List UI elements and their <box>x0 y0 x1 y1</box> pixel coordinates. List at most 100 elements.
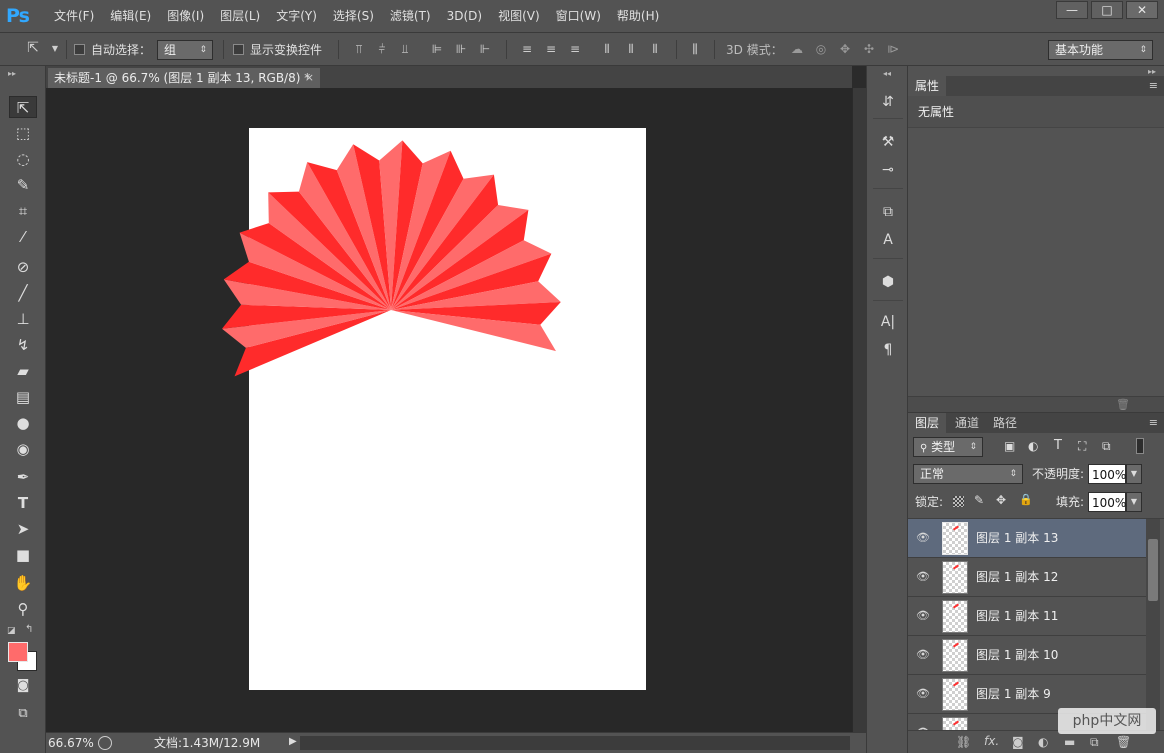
lasso-tool[interactable]: ◌ <box>9 148 37 170</box>
auto-select-checkbox[interactable] <box>74 44 85 55</box>
canvas-area[interactable] <box>46 88 852 732</box>
quick-mask-icon[interactable]: ◙ <box>9 675 37 697</box>
menu-select[interactable]: 选择(S) <box>325 0 382 33</box>
delete-icon[interactable]: 🗑 <box>1116 398 1130 411</box>
distribute-top-icon[interactable]: ≡ <box>520 42 534 56</box>
lock-transparency-icon[interactable] <box>953 496 964 507</box>
link-layers-icon[interactable]: ⛓ <box>956 735 971 749</box>
minimize-button[interactable]: — <box>1056 1 1088 19</box>
maximize-button[interactable]: □ <box>1091 1 1123 19</box>
move-tool[interactable]: ⇱ <box>9 96 37 118</box>
collapse-dock-icon[interactable]: ◂◂ <box>883 69 891 78</box>
eye-icon[interactable]: 👁 <box>915 609 931 623</box>
character-styles-icon[interactable]: A <box>878 230 898 250</box>
close-button[interactable]: ✕ <box>1126 1 1158 19</box>
healing-brush-tool[interactable]: ⊘ <box>9 256 37 278</box>
status-info-icon[interactable] <box>98 736 112 750</box>
fx-icon[interactable]: fx. <box>984 734 999 748</box>
filter-adjustment-icon[interactable]: ◐ <box>1028 439 1038 453</box>
filter-smart-object-icon[interactable]: ⧉ <box>1102 439 1111 454</box>
menu-edit[interactable]: 编辑(E) <box>102 0 159 33</box>
horizontal-scrollbar[interactable] <box>300 736 850 750</box>
lock-pixels-icon[interactable]: ✎ <box>974 493 984 507</box>
type-tool[interactable]: T <box>9 492 37 514</box>
delete-layer-icon[interactable]: 🗑 <box>1116 735 1131 749</box>
history-brush-tool[interactable]: ↯ <box>9 334 37 356</box>
paragraph-panel-icon[interactable]: ¶ <box>878 340 898 360</box>
eyedropper-tool[interactable]: ⁄ <box>9 226 37 248</box>
3d-slide-icon[interactable]: ✣ <box>862 42 876 56</box>
distribute-hcenter-icon[interactable]: ⫴ <box>624 42 638 56</box>
layers-scrollbar[interactable] <box>1146 519 1160 730</box>
layer-row[interactable]: 👁 图层 1 副本 11 <box>908 597 1146 636</box>
3d-rotate-icon[interactable]: ☁ <box>790 42 804 56</box>
document-tab[interactable]: 未标题-1 @ 66.7% (图层 1 副本 13, RGB/8) * × <box>48 68 320 88</box>
layer-filter-dropdown[interactable]: ⚲ 类型 ⇕ <box>913 437 983 457</box>
history-panel-icon[interactable]: ⇵ <box>878 92 898 112</box>
menu-image[interactable]: 图像(I) <box>159 0 212 33</box>
status-menu-arrow-icon[interactable]: ▶ <box>289 736 297 747</box>
zoom-level[interactable]: 66.67% <box>46 733 94 753</box>
eye-icon[interactable]: 👁 <box>915 570 931 584</box>
3d-scale-icon[interactable]: ⧐ <box>886 42 900 56</box>
align-right-icon[interactable]: ⊩ <box>478 42 492 56</box>
panel-collapse-icon[interactable]: ▸▸ <box>1148 67 1156 76</box>
align-hcenter-icon[interactable]: ⊪ <box>454 42 468 56</box>
blend-mode-dropdown[interactable]: 正常 ⇕ <box>913 464 1023 484</box>
auto-select-dropdown[interactable]: 组 ⇕ <box>157 39 213 60</box>
lock-all-icon[interactable]: 🔒 <box>1019 493 1033 506</box>
show-transform-checkbox[interactable] <box>233 44 244 55</box>
fill-input[interactable]: 100% <box>1088 492 1126 512</box>
move-tool-icon[interactable]: ⇱ <box>26 41 40 55</box>
layer-row[interactable]: 👁 图层 1 副本 10 <box>908 636 1146 675</box>
pen-tool[interactable]: ✒ <box>9 466 37 488</box>
3d-pan-icon[interactable]: ✥ <box>838 42 852 56</box>
eye-icon[interactable]: 👁 <box>915 531 931 545</box>
align-bottom-icon[interactable]: ⫫ <box>398 42 412 56</box>
eye-icon[interactable]: 👁 <box>915 687 931 701</box>
gradient-tool[interactable]: ▤ <box>9 386 37 408</box>
menu-layer[interactable]: 图层(L) <box>212 0 268 33</box>
clone-source-icon[interactable]: ⧉ <box>878 202 898 222</box>
opacity-dropdown-icon[interactable]: ▼ <box>1126 464 1142 484</box>
lock-position-icon[interactable]: ✥ <box>996 493 1006 507</box>
menu-window[interactable]: 窗口(W) <box>548 0 609 33</box>
adjustment-layer-icon[interactable]: ◐ <box>1038 735 1048 749</box>
show-transform-option[interactable]: 显示变换控件 <box>233 33 322 66</box>
tool-preset-dropdown-icon[interactable]: ▼ <box>48 42 62 56</box>
filter-shape-icon[interactable]: ⛶ <box>1078 439 1086 454</box>
distribute-left-icon[interactable]: ⫴ <box>600 42 614 56</box>
menu-3d[interactable]: 3D(D) <box>439 0 490 33</box>
align-vcenter-icon[interactable]: ⫩ <box>375 42 389 56</box>
layer-mask-icon[interactable]: ◙ <box>1012 735 1024 749</box>
panel-menu-icon[interactable]: ≡ <box>1149 79 1158 92</box>
rectangle-tool[interactable]: ■ <box>9 544 37 566</box>
brush-presets-icon[interactable]: ⚒ <box>878 132 898 152</box>
path-selection-tool[interactable]: ➤ <box>9 518 37 540</box>
character-panel-icon[interactable]: A| <box>878 312 898 332</box>
filter-toggle-switch[interactable] <box>1136 438 1144 454</box>
new-group-icon[interactable]: ▬ <box>1064 735 1075 749</box>
tab-properties[interactable]: 属性 <box>908 76 947 96</box>
quick-select-tool[interactable]: ✎ <box>9 174 37 196</box>
align-left-icon[interactable]: ⊫ <box>430 42 444 56</box>
close-document-icon[interactable]: × <box>305 68 314 88</box>
screen-mode-icon[interactable]: ⧉ <box>9 703 37 725</box>
tab-channels[interactable]: 通道 <box>948 413 986 433</box>
opacity-input[interactable]: 100% <box>1088 464 1126 484</box>
menu-type[interactable]: 文字(Y) <box>268 0 325 33</box>
hand-tool[interactable]: ✋ <box>9 572 37 594</box>
filter-type-icon[interactable]: T <box>1054 438 1062 453</box>
menu-help[interactable]: 帮助(H) <box>609 0 667 33</box>
tab-paths[interactable]: 路径 <box>986 413 1024 433</box>
layers-scrollbar-thumb[interactable] <box>1148 539 1158 601</box>
eraser-tool[interactable]: ▰ <box>9 360 37 382</box>
workspace-dropdown[interactable]: 基本功能 ⇕ <box>1048 39 1153 60</box>
filter-pixel-icon[interactable]: ▣ <box>1004 439 1015 453</box>
brush-tool[interactable]: ╱ <box>9 282 37 304</box>
3d-panel-icon[interactable]: ⬢ <box>878 272 898 292</box>
auto-align-icon[interactable]: ⫼ <box>688 42 702 56</box>
layer-row[interactable]: 👁 图层 1 副本 12 <box>908 558 1146 597</box>
brush-settings-icon[interactable]: ⊸ <box>878 160 898 180</box>
new-layer-icon[interactable]: ⧉ <box>1090 735 1099 750</box>
